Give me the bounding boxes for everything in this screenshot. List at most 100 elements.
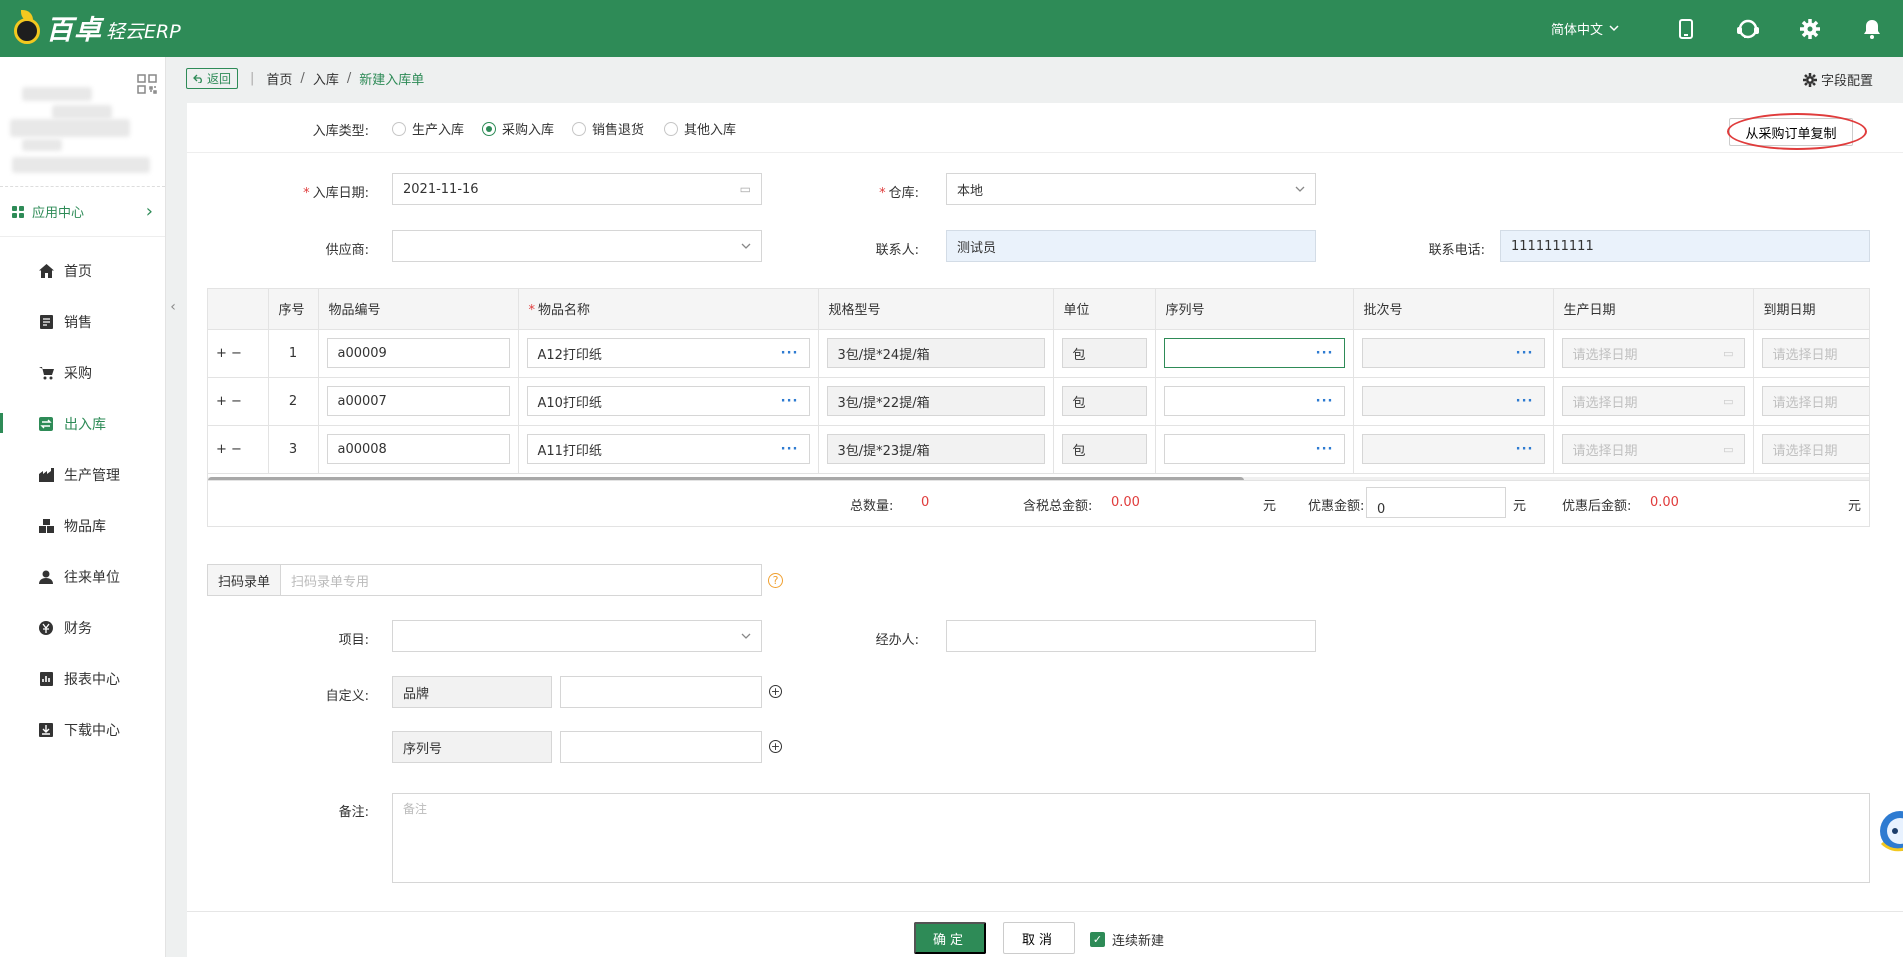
column-header-index: 序号 bbox=[268, 289, 319, 330]
support-icon[interactable] bbox=[1717, 0, 1779, 57]
gear-icon[interactable] bbox=[1779, 0, 1841, 57]
sidebar-item-label: 采购 bbox=[64, 365, 92, 382]
brand-name: 百卓 bbox=[46, 15, 102, 46]
batch-input[interactable]: ··· bbox=[1361, 338, 1545, 368]
remark-textarea[interactable]: 备注 bbox=[392, 793, 1870, 883]
cancel-button[interactable]: 取消 bbox=[1003, 922, 1075, 954]
item-name-input[interactable]: A11打印纸 ··· bbox=[526, 434, 810, 464]
production-date-input[interactable]: 请选择日期 ▭ bbox=[1561, 386, 1745, 416]
sales-icon bbox=[38, 314, 54, 330]
supplier-select[interactable] bbox=[392, 230, 762, 262]
handler-input[interactable] bbox=[946, 620, 1316, 652]
field-config-button[interactable]: 字段配置 bbox=[1802, 70, 1873, 89]
sidebar-item-production[interactable]: 生产管理 bbox=[0, 449, 165, 500]
scan-entry-input[interactable]: 扫码录单专用 bbox=[281, 565, 369, 595]
project-select[interactable] bbox=[392, 620, 762, 652]
batch-input[interactable]: ··· bbox=[1361, 386, 1545, 416]
sidebar-collapse-toggle[interactable]: ‹ bbox=[166, 293, 180, 321]
more-icon[interactable]: ··· bbox=[781, 394, 799, 409]
batch-input[interactable]: ··· bbox=[1361, 434, 1545, 464]
sidebar-item-purchase[interactable]: 采购 bbox=[0, 347, 165, 398]
custom-field-value[interactable] bbox=[560, 731, 762, 763]
production-date-input[interactable]: 请选择日期 ▭ bbox=[1561, 338, 1745, 368]
more-icon[interactable]: ··· bbox=[781, 346, 799, 361]
row-index: 3 bbox=[268, 425, 319, 474]
custom-field-name[interactable]: 品牌 bbox=[392, 676, 552, 708]
column-header-item-name: * 物品名称 bbox=[518, 289, 819, 330]
item-code-input[interactable]: a00008 bbox=[326, 434, 510, 464]
production-date-input[interactable]: 请选择日期 ▭ bbox=[1561, 434, 1745, 464]
serial-input[interactable]: ··· bbox=[1163, 338, 1345, 368]
copy-from-purchase-order-button[interactable]: 从采购订单复制 bbox=[1729, 118, 1853, 146]
bell-icon[interactable] bbox=[1841, 0, 1903, 57]
continue-create-checkbox[interactable]: ✓ 连续新建 bbox=[1090, 930, 1164, 949]
language-select[interactable]: 简体中文 bbox=[1551, 19, 1619, 38]
plus-icon[interactable]: + bbox=[216, 394, 227, 409]
tax-total-value: 0.00 bbox=[1111, 495, 1140, 510]
table-row: + − 2 a00007 A10打印纸 ··· 3包/提*22提/箱 包 ··· … bbox=[208, 377, 1869, 426]
plus-icon[interactable]: + bbox=[216, 442, 227, 457]
plus-icon[interactable]: + bbox=[216, 346, 227, 361]
item-code-input[interactable]: a00009 bbox=[326, 338, 510, 368]
row-index: 2 bbox=[268, 377, 319, 426]
custom-field-name[interactable]: 序列号 bbox=[392, 731, 552, 763]
help-icon[interactable]: ? bbox=[768, 573, 783, 588]
item-name-input[interactable]: A12打印纸 ··· bbox=[526, 338, 810, 368]
row-add-remove[interactable]: + − bbox=[208, 329, 269, 378]
minus-icon[interactable]: − bbox=[231, 394, 242, 409]
serial-input[interactable]: ··· bbox=[1163, 434, 1345, 464]
assistant-robot-icon[interactable] bbox=[1878, 806, 1903, 856]
sidebar-item-home[interactable]: 首页 bbox=[0, 245, 165, 296]
radio-production-inbound[interactable]: 生产入库 bbox=[392, 119, 464, 138]
row-index: 1 bbox=[268, 329, 319, 378]
expiry-date-input[interactable]: 请选择日期▭ bbox=[1761, 434, 1869, 464]
breadcrumb-home[interactable]: 首页 bbox=[266, 69, 292, 88]
app-center-label: 应用中心 bbox=[32, 206, 85, 221]
sidebar-item-reports[interactable]: 报表中心 bbox=[0, 653, 165, 704]
radio-sales-return[interactable]: 销售退货 bbox=[572, 119, 644, 138]
warehouse-select[interactable]: 本地 bbox=[946, 173, 1316, 205]
sidebar-item-inout[interactable]: 出入库 bbox=[0, 398, 165, 449]
brand-logo[interactable]: 百卓 轻云ERP bbox=[12, 8, 181, 47]
more-icon[interactable]: ··· bbox=[781, 442, 799, 457]
serial-input[interactable]: ··· bbox=[1163, 386, 1345, 416]
sidebar-item-downloads[interactable]: 下载中心 bbox=[0, 704, 165, 755]
sidebar-item-partners[interactable]: 往来单位 bbox=[0, 551, 165, 602]
row-add-remove[interactable]: + − bbox=[208, 377, 269, 426]
back-button[interactable]: 返回 bbox=[186, 67, 239, 89]
radio-purchase-inbound[interactable]: 采购入库 bbox=[482, 119, 554, 138]
add-circle-icon[interactable]: + bbox=[769, 740, 782, 753]
minus-icon[interactable]: − bbox=[231, 346, 242, 361]
exchange-icon bbox=[38, 416, 54, 432]
more-icon[interactable]: ··· bbox=[1316, 346, 1334, 361]
sidebar-item-items[interactable]: 物品库 bbox=[0, 500, 165, 551]
contact-field[interactable]: 测试员 bbox=[946, 230, 1316, 262]
custom-field-value[interactable] bbox=[560, 676, 762, 708]
mobile-icon[interactable] bbox=[1655, 0, 1717, 57]
more-icon[interactable]: ··· bbox=[1516, 394, 1534, 409]
items-table: 序号 物品编号 * 物品名称 规格型号 单位 序列号 批次号 生产日期 到期日期 … bbox=[207, 288, 1870, 481]
discount-input[interactable]: 0 bbox=[1366, 487, 1506, 518]
sidebar-item-finance[interactable]: 财务 bbox=[0, 602, 165, 653]
checkmark-icon: ✓ bbox=[1090, 932, 1105, 947]
breadcrumb-inbound[interactable]: 入库 bbox=[313, 69, 339, 88]
minus-icon[interactable]: − bbox=[231, 442, 242, 457]
item-code-input[interactable]: a00007 bbox=[326, 386, 510, 416]
radio-other-inbound[interactable]: 其他入库 bbox=[664, 119, 736, 138]
field-config-label: 字段配置 bbox=[1820, 74, 1873, 89]
sidebar-item-sales[interactable]: 销售 bbox=[0, 296, 165, 347]
more-icon[interactable]: ··· bbox=[1316, 442, 1334, 457]
qrcode-icon[interactable] bbox=[136, 73, 158, 95]
row-add-remove[interactable]: + − bbox=[208, 425, 269, 474]
expiry-date-input[interactable]: 请选择日期▭ bbox=[1761, 386, 1869, 416]
item-name-input[interactable]: A10打印纸 ··· bbox=[526, 386, 810, 416]
app-center-link[interactable]: 应用中心 › bbox=[0, 187, 165, 237]
confirm-button[interactable]: 确定 bbox=[914, 922, 986, 954]
more-icon[interactable]: ··· bbox=[1316, 394, 1334, 409]
add-circle-icon[interactable]: + bbox=[769, 685, 782, 698]
more-icon[interactable]: ··· bbox=[1516, 442, 1534, 457]
expiry-date-input[interactable]: 请选择日期▭ bbox=[1761, 338, 1869, 368]
phone-field[interactable]: 1111111111 bbox=[1500, 230, 1870, 262]
inbound-date-input[interactable]: 2021-11-16 ▭ bbox=[392, 173, 762, 205]
more-icon[interactable]: ··· bbox=[1516, 346, 1534, 361]
